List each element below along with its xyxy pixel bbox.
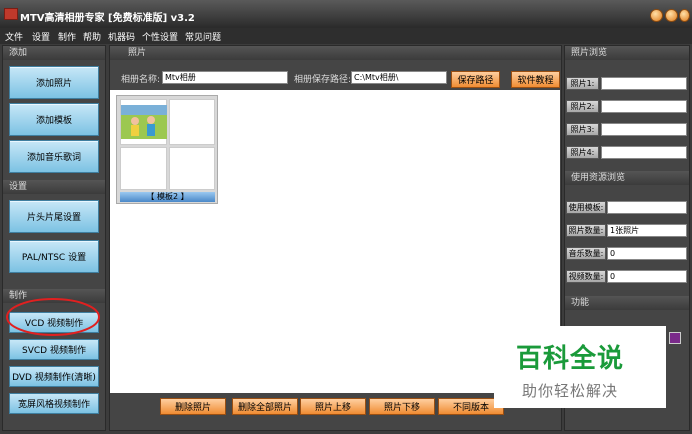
move-photo-up-button[interactable]: 照片上移 [300,398,366,415]
function-section-header: 功能 [565,296,689,310]
album-name-input[interactable]: Mtv相册 [162,71,288,84]
software-tutorial-button[interactable]: 软件教程 [511,71,560,88]
window-title: MTV高清相册专家 [免费标准版] v3.2 [20,13,195,24]
save-path-label: 相册保存路径: [294,75,352,85]
menu-personalize[interactable]: 个性设置 [142,30,178,43]
add-music-lyrics-button[interactable]: 添加音乐歌词 [9,140,99,173]
photo4-field[interactable] [601,146,687,159]
app-logo-icon [4,8,18,20]
photo-preview-header: 照片浏览 [565,46,689,60]
delete-all-photos-button[interactable]: 删除全部照片 [232,398,298,415]
photo1-label: 照片1: [566,77,599,90]
photo-section-header: 照片 [110,46,561,60]
photo-thumbnail-image [121,105,167,139]
photo-count-label: 照片数量: [566,224,606,237]
delete-photo-button[interactable]: 删除照片 [160,398,226,415]
video-count-label: 视频数量: [566,270,606,283]
pal-ntsc-settings-button[interactable]: PAL/NTSC 设置 [9,240,99,273]
head-tail-settings-button[interactable]: 片头片尾设置 [9,200,99,233]
add-template-button[interactable]: 添加模板 [9,103,99,136]
menu-faq[interactable]: 常见问题 [185,30,221,43]
music-count-label: 音乐数量: [566,247,606,260]
minimize-button[interactable] [650,9,663,22]
photo3-label: 照片3: [566,123,599,136]
save-path-button[interactable]: 保存路径 [451,71,500,88]
highlight-ellipse [6,298,100,336]
template-used-field[interactable] [607,201,687,214]
photo1-field[interactable] [601,77,687,90]
menu-make[interactable]: 制作 [58,30,76,43]
add-section-header: 添加 [3,46,105,60]
settings-section-header: 设置 [3,180,105,194]
template-used-label: 使用模板: [566,201,606,214]
menu-file[interactable]: 文件 [5,30,23,43]
add-photo-button[interactable]: 添加照片 [9,66,99,99]
resource-section-header: 使用资源浏览 [565,171,689,185]
watermark-overlay: 百科全说 助你轻松解决 [494,326,666,408]
photo2-label: 照片2: [566,100,599,113]
album-name-label: 相册名称: [121,75,161,85]
menu-machine-code[interactable]: 机器码 [108,30,135,43]
music-count-field[interactable]: 0 [607,247,687,260]
move-photo-down-button[interactable]: 照片下移 [369,398,435,415]
menu-help[interactable]: 帮助 [83,30,101,43]
maximize-button[interactable] [665,9,678,22]
template-thumbnail[interactable]: 【 模板2 】 [116,95,218,204]
photo2-field[interactable] [601,100,687,113]
photo3-field[interactable] [601,123,687,136]
save-path-input[interactable]: C:\Mtv相册\ [351,71,447,84]
video-count-field[interactable]: 0 [607,270,687,283]
menu-settings[interactable]: 设置 [32,30,50,43]
template-caption: 【 模板2 】 [120,192,215,202]
watermark-title: 百科全说 [516,344,625,374]
photo-count-field[interactable]: 1张照片 [607,224,687,237]
color-swatch[interactable] [669,332,681,344]
photo4-label: 照片4: [566,146,599,159]
widescreen-video-button[interactable]: 宽屏风格视频制作 [9,393,99,414]
svcd-video-button[interactable]: SVCD 视频制作 [9,339,99,360]
watermark-subtitle: 助你轻松解决 [522,382,619,400]
close-button[interactable] [679,9,690,22]
menu-bar: 文件 设置 制作 帮助 机器码 个性设置 常见问题 [0,28,692,44]
dvd-video-button[interactable]: DVD 视频制作(清晰) [9,366,99,387]
